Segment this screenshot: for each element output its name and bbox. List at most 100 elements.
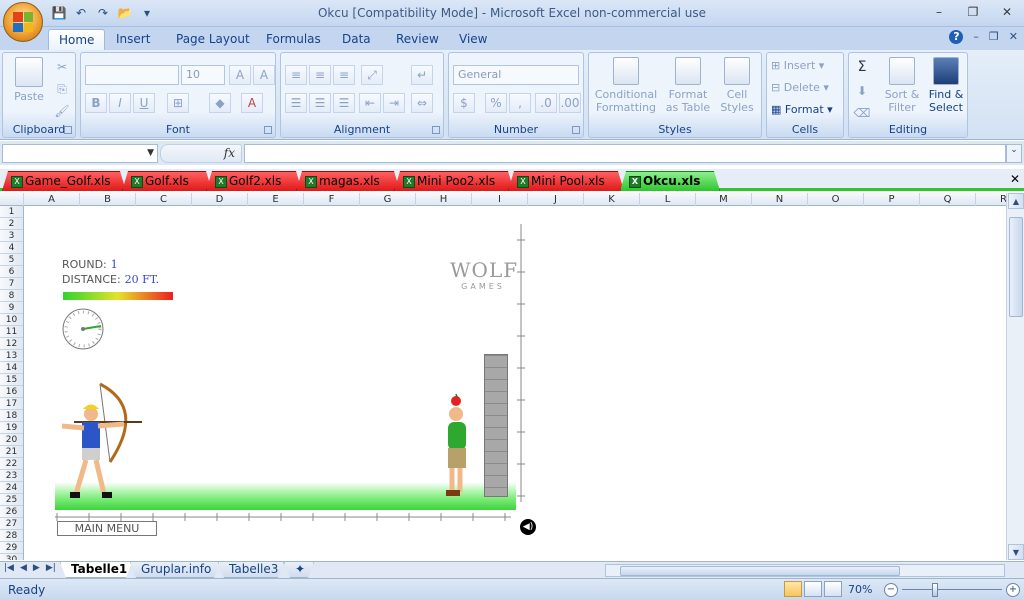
column-header[interactable]: B: [80, 193, 136, 206]
wrap-text-icon[interactable]: ↵: [411, 65, 433, 85]
delete-cells-button[interactable]: ⊟ Delete ▾: [771, 81, 839, 94]
row-header[interactable]: 12: [0, 338, 23, 350]
workbook-tab[interactable]: X Golf.xls: [122, 171, 212, 191]
align-top-icon[interactable]: ≡: [285, 65, 307, 85]
office-button[interactable]: [3, 2, 43, 42]
column-header[interactable]: Q: [920, 193, 976, 206]
tab-home[interactable]: Home: [48, 29, 106, 50]
row-header[interactable]: 13: [0, 350, 23, 362]
workbook-tab[interactable]: Xmagas.xls: [296, 171, 400, 191]
main-menu-button[interactable]: MAIN MENU: [57, 521, 157, 536]
page-layout-view-icon[interactable]: [804, 581, 822, 597]
column-header[interactable]: J: [528, 193, 584, 206]
underline-button[interactable]: U: [133, 93, 155, 113]
row-header[interactable]: 25: [0, 494, 23, 506]
zoom-level[interactable]: 70%: [848, 583, 872, 596]
row-header[interactable]: 27: [0, 518, 23, 530]
conditional-formatting-button[interactable]: Conditional Formatting: [593, 57, 659, 114]
increase-decimal-icon[interactable]: .0: [535, 93, 557, 113]
row-header[interactable]: 16: [0, 386, 23, 398]
column-header[interactable]: N: [752, 193, 808, 206]
first-sheet-icon[interactable]: |◀: [4, 563, 14, 573]
italic-button[interactable]: I: [109, 93, 131, 113]
row-header[interactable]: 23: [0, 470, 23, 482]
column-header[interactable]: L: [640, 193, 696, 206]
clear-icon[interactable]: ⌫: [851, 103, 873, 123]
row-header[interactable]: 10: [0, 314, 23, 326]
row-header[interactable]: 18: [0, 410, 23, 422]
row-header[interactable]: 22: [0, 458, 23, 470]
bold-button[interactable]: B: [85, 93, 107, 113]
workbook-tab[interactable]: X Golf2.xls: [206, 171, 302, 191]
align-left-icon[interactable]: ☰: [285, 93, 307, 113]
vertical-scroll-thumb[interactable]: [1009, 217, 1023, 317]
font-launcher-icon[interactable]: [264, 126, 272, 134]
decrease-decimal-icon[interactable]: .00: [559, 93, 581, 113]
minimize-button[interactable]: –: [928, 2, 950, 22]
row-header[interactable]: 14: [0, 362, 23, 374]
align-right-icon[interactable]: ☰: [333, 93, 355, 113]
row-header[interactable]: 21: [0, 446, 23, 458]
insert-function-icon[interactable]: fx: [224, 146, 235, 160]
insert-cells-button[interactable]: ⊞ Insert ▾: [771, 59, 839, 72]
shrink-font-icon[interactable]: A: [253, 65, 275, 85]
row-header[interactable]: 2: [0, 218, 23, 230]
sheet-area[interactable]: ROUND: 1 DISTANCE: 20 FT. WOLF GAMES MAI…: [24, 206, 1006, 560]
orientation-icon[interactable]: ⤢: [361, 65, 383, 85]
workbook-tab[interactable]: X Mini Pool.xls: [508, 171, 624, 191]
column-header[interactable]: F: [304, 193, 360, 206]
expand-formula-icon[interactable]: ⌄: [1006, 144, 1022, 163]
normal-view-icon[interactable]: [784, 581, 802, 597]
prev-sheet-icon[interactable]: ◀: [20, 563, 27, 573]
column-header[interactable]: K: [584, 193, 640, 206]
merge-center-icon[interactable]: ⇔: [411, 93, 433, 113]
sheet-tab-tabelle1[interactable]: Tabelle1: [60, 562, 132, 578]
row-header[interactable]: 3: [0, 230, 23, 242]
copy-icon[interactable]: ⎘: [51, 79, 73, 99]
ribbon-minimize-button[interactable]: –: [973, 30, 979, 44]
workbook-tab-active[interactable]: X Okcu.xls: [620, 171, 720, 191]
row-header[interactable]: 30: [0, 554, 23, 560]
row-header[interactable]: 6: [0, 266, 23, 278]
find-select-button[interactable]: Find & Select: [925, 57, 967, 114]
row-header[interactable]: 19: [0, 422, 23, 434]
tab-insert[interactable]: Insert: [106, 29, 160, 50]
grow-font-icon[interactable]: A: [229, 65, 251, 85]
close-button[interactable]: ✕: [996, 2, 1018, 22]
sheet-tab-gruplar[interactable]: Gruplar.info: [130, 562, 220, 578]
zoom-out-icon[interactable]: −: [884, 583, 898, 597]
zoom-slider[interactable]: − +: [884, 581, 1020, 599]
borders-icon[interactable]: ⊞: [167, 93, 189, 113]
row-header[interactable]: 28: [0, 530, 23, 542]
paste-button[interactable]: Paste: [9, 57, 49, 103]
align-middle-icon[interactable]: ≡: [309, 65, 331, 85]
row-header[interactable]: 9: [0, 302, 23, 314]
row-header[interactable]: 1: [0, 206, 23, 218]
workbook-tab[interactable]: X Mini Poo2.xls: [394, 171, 514, 191]
insert-sheet-icon[interactable]: ✦: [284, 562, 314, 578]
horizontal-scrollbar[interactable]: [605, 564, 1005, 577]
tab-formulas[interactable]: Formulas: [256, 29, 331, 50]
row-header[interactable]: 24: [0, 482, 23, 494]
next-sheet-icon[interactable]: ▶: [33, 563, 40, 573]
row-header[interactable]: 8: [0, 290, 23, 302]
fill-icon[interactable]: ⬇: [851, 81, 873, 101]
column-header[interactable]: M: [696, 193, 752, 206]
alignment-launcher-icon[interactable]: [432, 126, 440, 134]
horizontal-scroll-thumb[interactable]: [620, 566, 900, 576]
number-launcher-icon[interactable]: [572, 126, 580, 134]
fill-color-icon[interactable]: ◆: [209, 93, 231, 113]
help-icon[interactable]: ?: [949, 30, 964, 44]
format-cells-button[interactable]: ▦ Format ▾: [771, 103, 841, 116]
select-all-corner[interactable]: [0, 193, 24, 206]
name-box[interactable]: ▼: [2, 144, 158, 163]
row-header[interactable]: 17: [0, 398, 23, 410]
column-header[interactable]: H: [416, 193, 472, 206]
scroll-up-icon[interactable]: ▲: [1008, 193, 1024, 209]
row-header[interactable]: 26: [0, 506, 23, 518]
column-header[interactable]: G: [360, 193, 416, 206]
cut-icon[interactable]: ✂: [51, 57, 73, 77]
cell-styles-button[interactable]: Cell Styles: [715, 57, 759, 114]
row-header[interactable]: 20: [0, 434, 23, 446]
column-header[interactable]: D: [192, 193, 248, 206]
